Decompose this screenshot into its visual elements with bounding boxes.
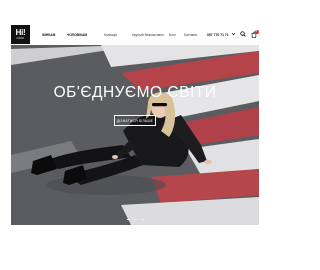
phone-number[interactable]: 097 770 71 71 [207,33,229,37]
hero-banner[interactable]: ОБ'ЄДНУЄМО СВІТИ ДІЗНАТИСЯ БІЛЬШЕ [11,45,259,225]
nav-blog[interactable]: Блог [169,33,176,37]
logo[interactable]: Hi! LOOK [11,25,30,44]
logo-sub: LOOK [16,37,25,40]
nav-contacts[interactable]: Контакти [184,33,197,37]
slider-dot[interactable] [133,219,137,220]
hero-title: ОБ'ЄДНУЄМО СВІТИ [53,84,217,101]
nav-men[interactable]: ЧОЛОВІКАМ [67,33,87,37]
nav-collection[interactable]: Колекція [104,33,117,37]
nav-free-delivery[interactable]: Круглий безкоштовно [132,33,164,37]
site-header: Hi! LOOK ЖІНКАМ ЧОЛОВІКАМ Колекція Кругл… [0,0,270,45]
slider-dots [11,219,259,220]
slider-dot[interactable] [140,219,144,220]
slider-dot[interactable] [126,219,130,220]
learn-more-button[interactable]: ДІЗНАТИСЯ БІЛЬШЕ [114,115,156,126]
chevron-down-icon[interactable] [231,31,236,37]
logo-mark: Hi! [15,28,26,37]
hero-photo [11,45,259,225]
search-icon[interactable] [240,31,246,37]
cart-count-badge: 0 [254,30,259,34]
nav-women[interactable]: ЖІНКАМ [42,33,55,37]
